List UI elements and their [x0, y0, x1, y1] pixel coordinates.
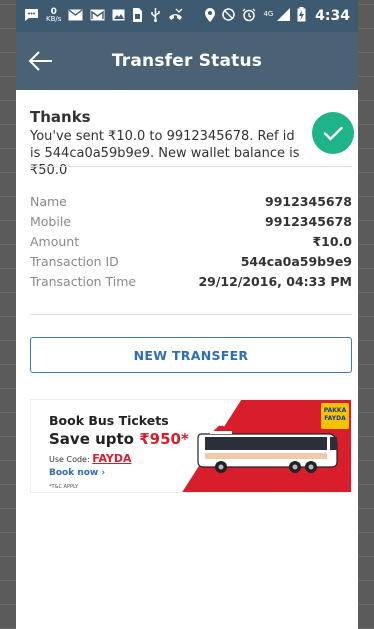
- do-not-disturb-icon: [222, 8, 236, 24]
- detail-row-transaction-id: Transaction ID 544ca0a59b9e9: [30, 254, 352, 274]
- page-title: Transfer Status: [111, 51, 263, 71]
- battery-icon: [297, 7, 306, 25]
- confirmation-title: Thanks: [30, 108, 91, 126]
- checkmark-icon: [323, 126, 343, 141]
- detail-label: Mobile: [30, 214, 72, 229]
- signal-4g-icon: 4G: [263, 8, 291, 24]
- sim-icon: [132, 7, 143, 25]
- network-speed: 0 KB/s: [46, 8, 62, 23]
- detail-value: 9912345678: [265, 194, 352, 209]
- detail-row-mobile: Mobile 9912345678: [30, 214, 352, 234]
- gmail-icon: [90, 9, 105, 24]
- terms-note: *T&C APPLY: [49, 484, 79, 490]
- status-bar-notifications: 0 KB/s: [24, 7, 183, 25]
- banner-offer: Save upto ₹950*: [49, 430, 189, 448]
- status-bar: 0 KB/s 4G 4:34: [16, 0, 358, 32]
- divider: [30, 166, 352, 167]
- detail-value: 29/12/2016, 04:33 PM: [198, 274, 352, 289]
- detail-label: Amount: [30, 234, 80, 249]
- logo-line-2: FAYDA: [324, 415, 346, 422]
- detail-value: 544ca0a59b9e9: [240, 254, 352, 269]
- clock: 4:34: [315, 8, 350, 24]
- app-bar: Transfer Status: [16, 32, 358, 90]
- promo-code: FAYDA: [92, 452, 132, 465]
- promo-banner[interactable]: Book Bus Tickets Save upto ₹950* Use Cod…: [30, 399, 352, 493]
- success-badge: [312, 112, 354, 154]
- bus-icon: [197, 422, 338, 473]
- alarm-icon: [242, 8, 256, 25]
- detail-row-transaction-time: Transaction Time 29/12/2016, 04:33 PM: [30, 274, 352, 294]
- new-transfer-button[interactable]: NEW TRANSFER: [30, 337, 352, 373]
- banner-code-prefix: Use Code:: [49, 455, 93, 464]
- banner-title: Book Bus Tickets: [49, 413, 169, 428]
- banner-offer-amount: ₹950*: [139, 430, 189, 448]
- mail-icon: [68, 8, 83, 24]
- image-icon: [112, 9, 125, 24]
- missed-call-icon: [168, 8, 183, 24]
- confirmation-message: Thanks You've sent ₹10.0 to 9912345678. …: [30, 108, 344, 178]
- pakka-fayda-logo: PAKKA FAYDA: [321, 403, 349, 429]
- location-icon: [205, 7, 216, 25]
- transaction-details: Name 9912345678 Mobile 9912345678 Amount…: [30, 194, 352, 294]
- usb-icon: [150, 7, 161, 25]
- chevron-right-icon: ›: [101, 468, 106, 478]
- banner-code: Use Code: FAYDA: [49, 452, 132, 465]
- detail-value: 9912345678: [265, 214, 352, 229]
- app-screen: 0 KB/s 4G 4:34 Transfer Status Thanks Yo…: [16, 0, 358, 629]
- detail-value: ₹10.0: [312, 234, 352, 249]
- book-now-label: Book now: [49, 468, 99, 478]
- network-type: 4G: [263, 10, 274, 18]
- divider: [30, 314, 352, 315]
- logo-line-1: PAKKA: [323, 407, 347, 414]
- book-now-link[interactable]: Book now ›: [49, 468, 105, 478]
- network-speed-unit: KB/s: [46, 15, 62, 23]
- chat-icon: [24, 8, 39, 25]
- detail-row-amount: Amount ₹10.0: [30, 234, 352, 254]
- confirmation-text: You've sent ₹10.0 to 9912345678. Ref id …: [30, 129, 300, 178]
- detail-label: Transaction Time: [30, 274, 137, 289]
- detail-label: Name: [30, 194, 67, 209]
- status-bar-system: 4G 4:34: [205, 7, 350, 25]
- banner-offer-prefix: Save upto: [49, 430, 140, 448]
- detail-row-name: Name 9912345678: [30, 194, 352, 214]
- detail-label: Transaction ID: [30, 254, 119, 269]
